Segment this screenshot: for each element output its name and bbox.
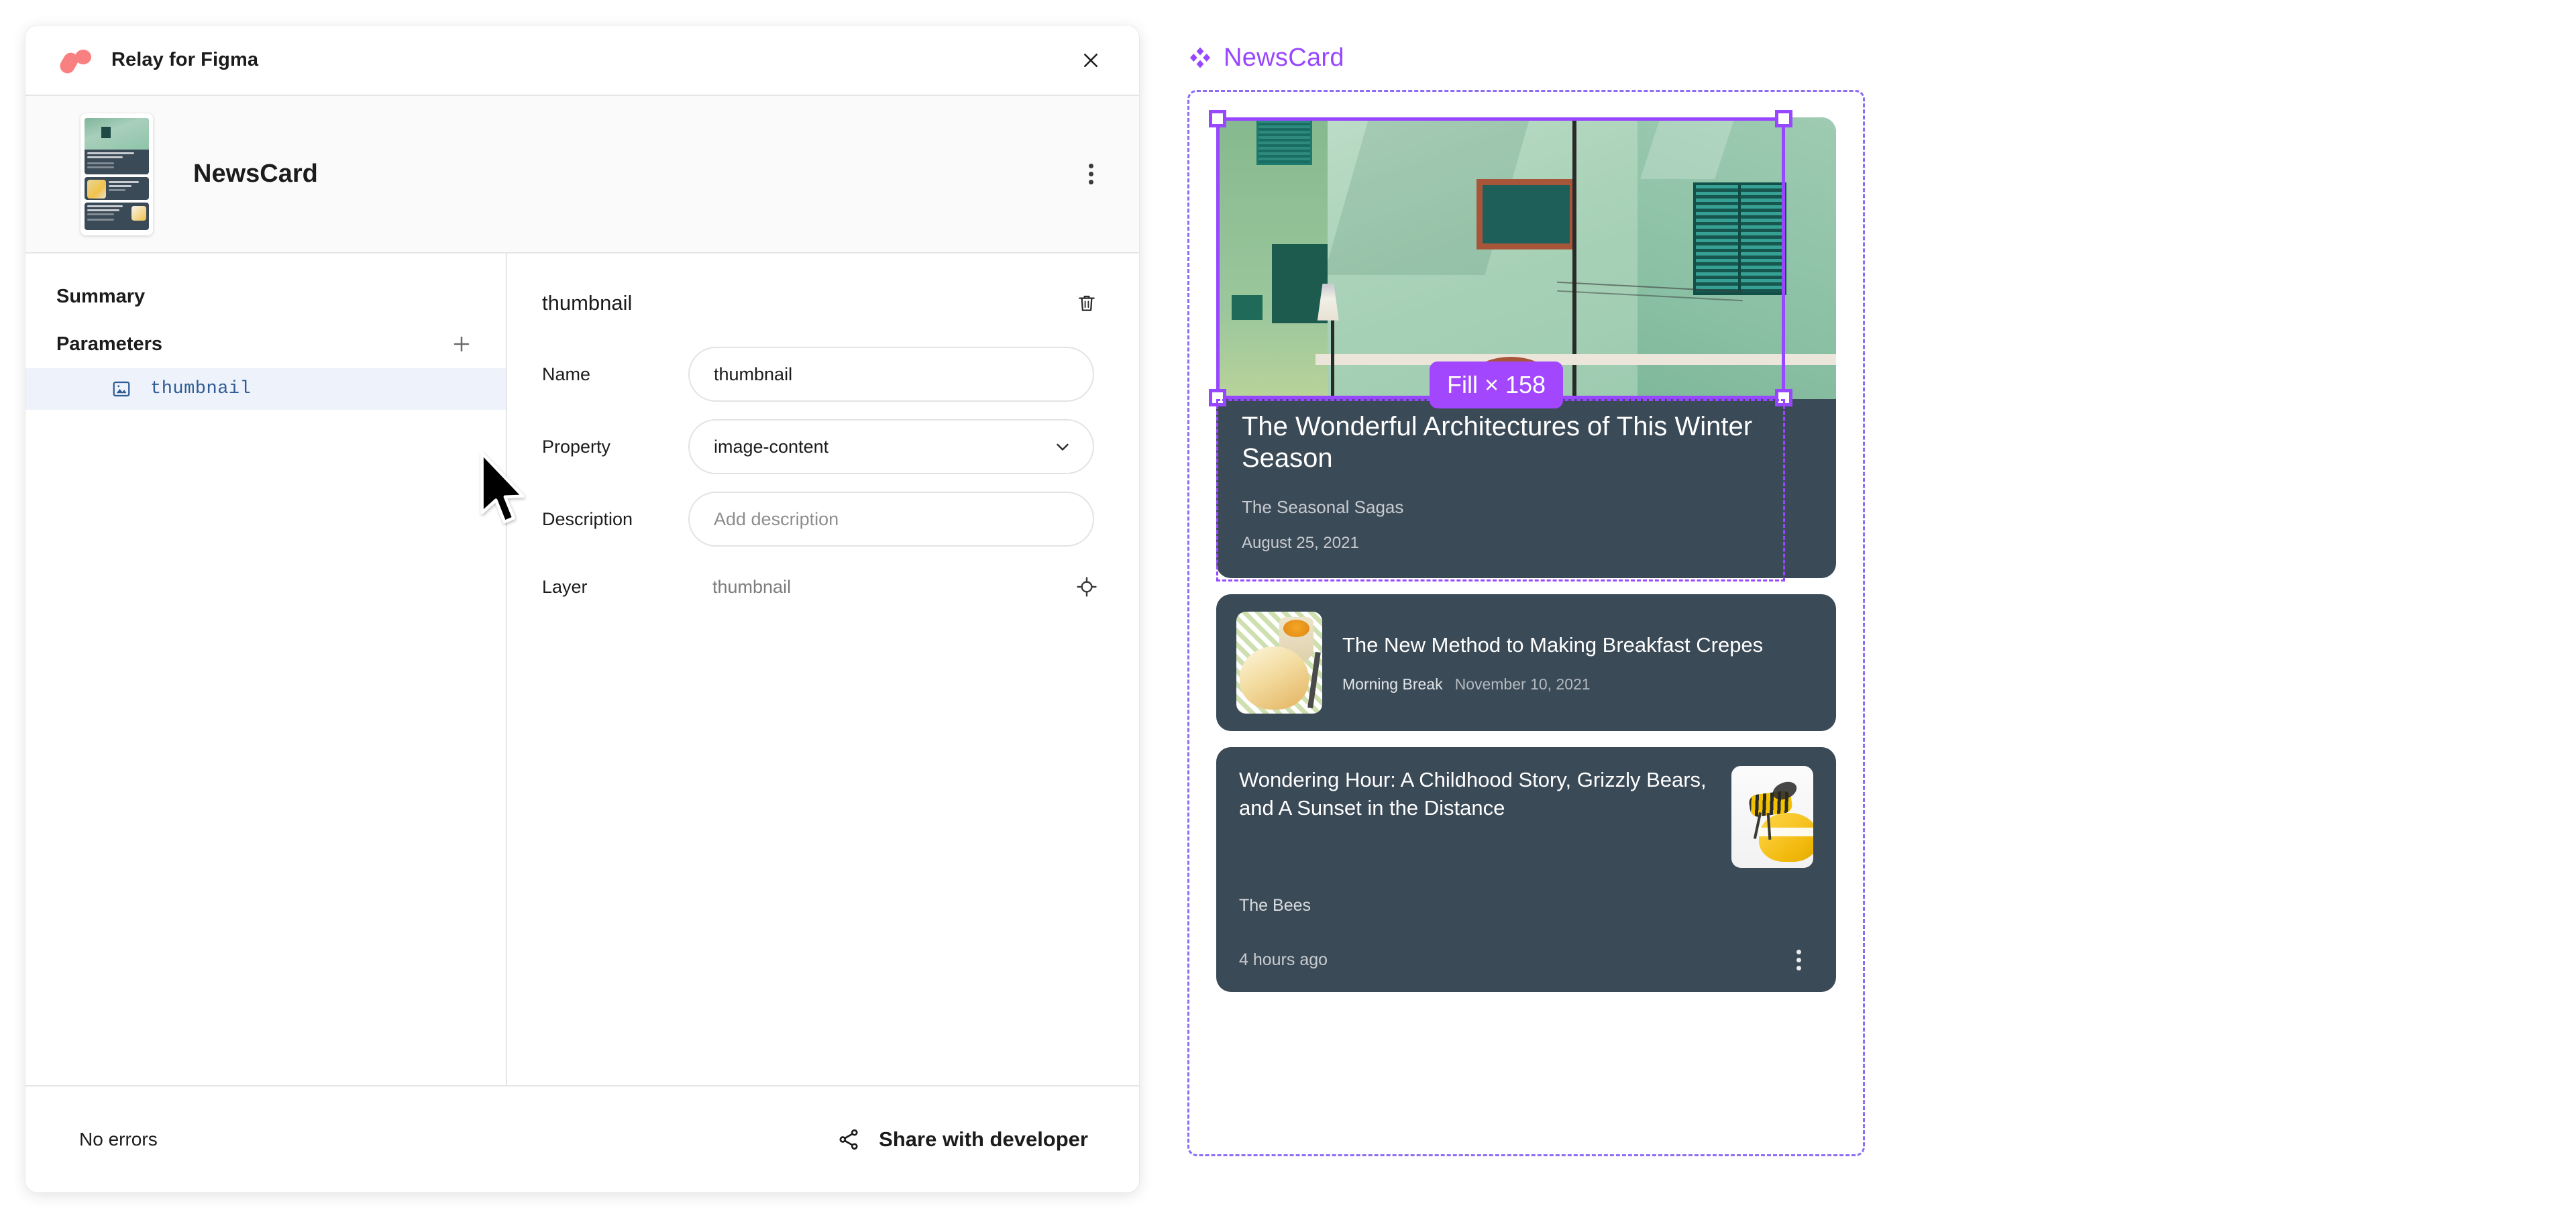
relay-plugin-panel: Relay for Figma NewsCard Summary Paramet… — [25, 25, 1139, 1192]
plugin-title: Relay for Figma — [111, 49, 259, 70]
layer-field-row: Layer thumbnail — [542, 563, 1104, 610]
name-field-row: Name thumbnail — [542, 346, 1104, 402]
delete-parameter-button[interactable] — [1069, 286, 1104, 321]
panel-body: Summary Parameters thumbnail thumbnail N… — [25, 254, 1139, 1085]
news-card-hero[interactable]: The Wonderful Architectures of This Wint… — [1216, 117, 1836, 579]
plus-icon — [453, 336, 470, 352]
parameter-label: thumbnail — [150, 379, 252, 399]
parameters-column: Summary Parameters thumbnail — [25, 254, 507, 1085]
crepes-card-title: The New Method to Making Breakfast Crepe… — [1342, 632, 1764, 657]
property-label: Property — [542, 436, 611, 457]
share-icon — [839, 1129, 858, 1150]
close-icon — [1084, 53, 1097, 67]
hero-card-source: The Seasonal Sagas — [1242, 497, 1404, 518]
property-selected-value: image-content — [714, 436, 829, 457]
bees-card-bottom: 4 hours ago — [1239, 945, 1813, 974]
property-field-row: Property image-content — [542, 419, 1104, 475]
description-field-row: Description Add description — [542, 491, 1104, 547]
crepes-card-source: Morning Break — [1342, 675, 1443, 693]
status-text: No errors — [79, 1129, 158, 1150]
bee-honey-photo — [1731, 766, 1813, 869]
chevron-down-icon — [1057, 443, 1069, 451]
add-parameter-button[interactable] — [447, 329, 476, 359]
select-layer-button[interactable] — [1069, 569, 1104, 604]
frame-name: NewsCard — [1224, 43, 1344, 72]
image-icon — [111, 379, 131, 399]
share-label: Share with developer — [879, 1127, 1088, 1151]
share-with-developer-button[interactable]: Share with developer — [824, 1119, 1100, 1160]
plugin-footer: No errors Share with developer — [25, 1085, 1139, 1192]
component-diamond-icon — [1189, 47, 1211, 68]
parameters-heading: Parameters — [56, 333, 162, 355]
parameters-header: Parameters — [25, 320, 506, 368]
component-name: NewsCard — [193, 160, 318, 188]
layer-label: Layer — [542, 576, 588, 597]
bees-card-source: The Bees — [1239, 896, 1311, 915]
parameter-list-item-thumbnail[interactable]: thumbnail — [25, 368, 506, 410]
crepes-card-date: November 10, 2021 — [1454, 675, 1591, 693]
name-input[interactable]: thumbnail — [688, 347, 1094, 402]
layer-value: thumbnail — [712, 576, 792, 597]
figma-canvas: NewsCard The Wonderful Architectures of … — [1187, 40, 1898, 1180]
component-header: NewsCard — [25, 96, 1139, 254]
component-preview-thumbnail — [80, 113, 153, 235]
property-select[interactable]: image-content — [688, 419, 1094, 474]
description-label: Description — [542, 508, 633, 529]
parameter-detail-column: thumbnail Name thumbnail Property image-… — [507, 254, 1139, 1085]
kebab-menu-icon — [1796, 949, 1801, 954]
target-icon — [1077, 577, 1097, 597]
crepes-card-body: The New Method to Making Breakfast Crepe… — [1342, 632, 1816, 693]
green-building-photo[interactable] — [1216, 117, 1836, 399]
frame-label[interactable]: NewsCard — [1187, 40, 1898, 75]
bees-card-time: 4 hours ago — [1239, 950, 1328, 969]
bees-card-more-button[interactable] — [1784, 945, 1813, 974]
component-more-button[interactable] — [1072, 156, 1110, 193]
news-card-crepes[interactable]: The New Method to Making Breakfast Crepe… — [1216, 594, 1836, 732]
breakfast-crepes-photo — [1236, 612, 1322, 714]
bees-card-top: Wondering Hour: A Childhood Story, Grizz… — [1239, 766, 1813, 869]
detail-heading: thumbnail — [542, 291, 633, 315]
frame-outline: The Wonderful Architectures of This Wint… — [1187, 90, 1865, 1156]
trash-icon — [1079, 295, 1095, 311]
close-button[interactable] — [1072, 42, 1110, 79]
news-card-bees[interactable]: Wondering Hour: A Childhood Story, Grizz… — [1216, 747, 1836, 993]
relay-logo-icon — [57, 47, 93, 76]
plugin-titlebar: Relay for Figma — [25, 25, 1139, 96]
name-label: Name — [542, 364, 591, 384]
hero-card-title: The Wonderful Architectures of This Wint… — [1242, 412, 1753, 473]
kebab-menu-icon — [1088, 164, 1093, 168]
hero-card-date: August 25, 2021 — [1242, 534, 1359, 553]
bees-card-title: Wondering Hour: A Childhood Story, Grizz… — [1239, 768, 1707, 820]
detail-header: thumbnail — [542, 274, 1104, 333]
hero-card-body: The Wonderful Architectures of This Wint… — [1216, 399, 1836, 575]
crepes-card-meta: Morning Break November 10, 2021 — [1342, 675, 1816, 693]
description-input[interactable]: Add description — [688, 492, 1094, 547]
summary-heading: Summary — [56, 286, 146, 307]
